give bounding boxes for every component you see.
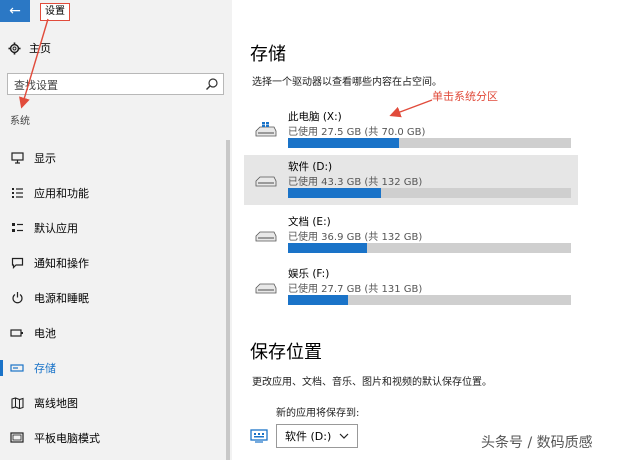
sidebar-item-label: 电池 — [34, 326, 56, 340]
storage-page: 存储 选择一个驱动器以查看哪些内容在占空间。 此电脑 (X:) 已使用 27.5… — [232, 0, 640, 460]
new-apps-dropdown[interactable]: 软件 (D:) — [276, 424, 359, 448]
search-box — [7, 73, 224, 96]
drive-usage-fill — [288, 188, 381, 198]
home-label: 主页 — [29, 42, 51, 55]
drive-icon — [255, 231, 277, 242]
tablet-icon — [10, 431, 24, 445]
sidebar-item-tablet-mode[interactable]: 平板电脑模式 — [0, 420, 226, 455]
drive-name: 此电脑 (X:) — [288, 111, 342, 123]
drive-usage-fill — [288, 138, 400, 148]
arrow-left-icon: ← — [9, 3, 21, 19]
sidebar-item-label: 离线地图 — [34, 396, 78, 410]
monitor-icon — [10, 151, 24, 165]
save-locations-title: 保存位置 — [250, 342, 322, 363]
chevron-down-icon — [339, 433, 349, 439]
notification-icon — [10, 256, 24, 270]
app-window-icon — [250, 429, 268, 443]
window-title: 设置 — [40, 3, 70, 21]
new-apps-row: 软件 (D:) — [250, 424, 359, 448]
drive-item-f[interactable]: 娱乐 (F:) 已使用 27.7 GB (共 131 GB) — [244, 262, 578, 312]
search-icon[interactable] — [205, 77, 219, 91]
search-input[interactable] — [8, 75, 198, 96]
drive-usage: 已使用 27.7 GB (共 131 GB) — [288, 284, 423, 295]
sidebar-item-label: 平板电脑模式 — [34, 431, 100, 445]
drive-name: 软件 (D:) — [288, 161, 333, 173]
sidebar-item-label: 默认应用 — [34, 221, 78, 235]
drive-name: 娱乐 (F:) — [288, 268, 330, 280]
sidebar-item-battery[interactable]: 电池 — [0, 315, 226, 350]
drive-icon — [255, 176, 277, 187]
drive-usage: 已使用 27.5 GB (共 70.0 GB) — [288, 127, 426, 138]
drive-item-d[interactable]: 软件 (D:) 已使用 43.3 GB (共 132 GB) — [244, 155, 578, 205]
sidebar-home[interactable]: 主页 — [8, 40, 51, 56]
drive-usage-bar — [288, 188, 571, 198]
settings-sidebar: ← 设置 主页 系统 显示 — [0, 0, 232, 460]
drive-name: 文档 (E:) — [288, 216, 331, 228]
drive-usage-bar — [288, 243, 571, 253]
gear-icon — [8, 41, 21, 55]
sidebar-item-default-apps[interactable]: 默认应用 — [0, 210, 226, 245]
sidebar-nav: 显示 应用和功能 默认应用 通知和操作 电源和睡眠 电池 存储 离线地图 平板电… — [0, 140, 226, 455]
drive-icon — [255, 283, 277, 294]
page-description: 选择一个驱动器以查看哪些内容在占空间。 — [252, 77, 442, 88]
sidebar-item-label: 显示 — [34, 151, 56, 165]
back-button[interactable]: ← — [0, 0, 30, 22]
annotation-label: 单击系统分区 — [432, 90, 498, 103]
drive-item-x[interactable]: 此电脑 (X:) 已使用 27.5 GB (共 70.0 GB) — [244, 105, 578, 155]
sidebar-item-apps[interactable]: 应用和功能 — [0, 175, 226, 210]
default-apps-icon — [10, 221, 24, 235]
new-apps-label: 新的应用将保存到: — [276, 408, 360, 419]
sidebar-item-offline-maps[interactable]: 离线地图 — [0, 385, 226, 420]
sidebar-item-power[interactable]: 电源和睡眠 — [0, 280, 226, 315]
sidebar-item-display[interactable]: 显示 — [0, 140, 226, 175]
power-icon — [10, 291, 24, 305]
save-locations-description: 更改应用、文档、音乐、图片和视频的默认保存位置。 — [252, 377, 492, 388]
sidebar-item-label: 应用和功能 — [34, 186, 89, 200]
sidebar-item-label: 存储 — [34, 361, 56, 375]
windows-drive-icon — [255, 122, 277, 137]
watermark: 头条号 / 数码质感 — [481, 435, 593, 451]
dropdown-value: 软件 (D:) — [285, 430, 332, 443]
map-icon — [10, 396, 24, 410]
drive-usage: 已使用 36.9 GB (共 132 GB) — [288, 232, 423, 243]
sidebar-item-label: 通知和操作 — [34, 256, 89, 270]
sidebar-item-notifications[interactable]: 通知和操作 — [0, 245, 226, 280]
drive-item-e[interactable]: 文档 (E:) 已使用 36.9 GB (共 132 GB) — [244, 210, 578, 260]
sidebar-item-label: 电源和睡眠 — [34, 291, 89, 305]
drive-usage-fill — [288, 243, 368, 253]
drive-usage: 已使用 43.3 GB (共 132 GB) — [288, 177, 423, 188]
storage-icon — [10, 361, 24, 375]
sidebar-item-storage[interactable]: 存储 — [0, 350, 226, 385]
apps-list-icon — [10, 186, 24, 200]
drive-usage-fill — [288, 295, 348, 305]
page-title: 存储 — [250, 44, 286, 65]
battery-icon — [10, 326, 24, 340]
drive-usage-bar — [288, 295, 571, 305]
sidebar-scrollbar[interactable] — [226, 140, 230, 460]
section-label: 系统 — [10, 116, 30, 127]
drive-usage-bar — [288, 138, 571, 148]
